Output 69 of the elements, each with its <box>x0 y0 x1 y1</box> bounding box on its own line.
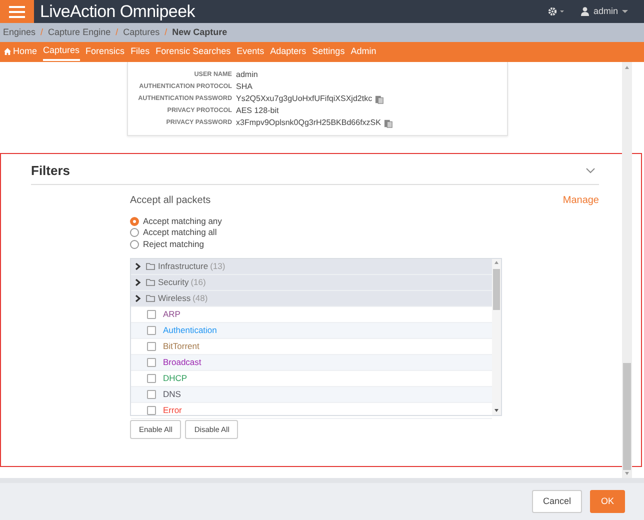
group-label: Infrastructure <box>158 260 208 273</box>
filter-summary: Accept all packets <box>130 194 211 208</box>
breadcrumb-separator: / <box>164 26 168 39</box>
filter-row[interactable]: Broadcast <box>131 355 492 371</box>
filter-row[interactable]: Authentication <box>131 323 492 339</box>
field-value: x3Fmpv9Oplsnk0Qg3rH25BKBd66fxzSK <box>236 117 381 129</box>
checkbox[interactable] <box>147 390 156 399</box>
checkbox[interactable] <box>147 374 156 383</box>
filter-row[interactable]: DNS <box>131 387 492 403</box>
filter-label: Broadcast <box>163 356 202 369</box>
breadcrumb-current: New Capture <box>172 26 228 39</box>
breadcrumb-link[interactable]: Engines <box>3 26 36 40</box>
radio-option[interactable]: Accept matching all <box>130 227 599 238</box>
settings-icon[interactable] <box>548 7 566 16</box>
app-title: LiveAction Omnipeek <box>40 0 195 23</box>
filter-group-row[interactable]: Infrastructure (13) <box>131 259 492 275</box>
expand-icon[interactable] <box>135 295 141 302</box>
filter-row[interactable]: Error <box>131 403 492 419</box>
section-title: Filters <box>31 162 70 180</box>
filter-label: BitTorrent <box>163 340 200 353</box>
group-count: (16) <box>190 276 206 289</box>
field-value: admin <box>236 69 258 81</box>
group-label: Security <box>158 276 189 289</box>
breadcrumb-link[interactable]: Captures <box>123 26 160 40</box>
manage-link[interactable]: Manage <box>562 192 599 208</box>
nav-tab[interactable]: Events <box>236 44 264 60</box>
nav-tab[interactable]: Admin <box>350 44 376 60</box>
filter-label: Error <box>163 404 182 417</box>
expand-icon[interactable] <box>135 279 141 286</box>
cancel-button[interactable]: Cancel <box>532 490 582 514</box>
nav-tab[interactable]: Adapters <box>270 44 306 60</box>
nav-tab[interactable]: Forensics <box>86 44 125 60</box>
filter-label: DNS <box>163 388 181 401</box>
field-value: AES 128-bit <box>236 105 279 117</box>
checkbox[interactable] <box>147 310 156 319</box>
radio-option[interactable]: Reject matching <box>130 238 599 250</box>
home-icon <box>4 48 11 56</box>
nav-tab[interactable]: Forensic Searches <box>156 44 231 60</box>
nav-tab[interactable]: Files <box>130 44 150 60</box>
nav-tab[interactable]: Home <box>4 44 38 60</box>
expand-icon[interactable] <box>135 263 141 270</box>
field-value: SHA <box>236 81 252 93</box>
caret-icon <box>622 10 628 14</box>
filter-label: DHCP <box>163 372 188 385</box>
checkbox[interactable] <box>147 406 156 415</box>
group-count: (48) <box>192 292 208 305</box>
chevron-icon[interactable] <box>586 168 595 174</box>
checkbox[interactable] <box>147 326 156 335</box>
menu-button[interactable] <box>0 0 34 23</box>
breadcrumb-separator: / <box>116 26 118 39</box>
breadcrumb-separator: / <box>40 26 44 39</box>
filter-label: Authentication <box>163 324 217 337</box>
user-icon <box>581 7 590 16</box>
field-value: Ys2Q5Xxu7g3gUoHxfUFifqiXSXjd2tkc <box>236 93 372 105</box>
radio-option[interactable]: Accept matching any <box>130 216 599 227</box>
checkbox[interactable] <box>147 358 156 367</box>
breadcrumb-link[interactable]: Capture Engine <box>48 26 111 40</box>
filter-group-row[interactable]: Security (16) <box>131 275 492 291</box>
group-label: Wireless <box>158 292 191 305</box>
nav-tab[interactable]: Settings <box>312 44 345 60</box>
checkbox[interactable] <box>147 342 156 351</box>
copy-icon[interactable] <box>384 118 393 128</box>
group-count: (13) <box>210 260 226 273</box>
filter-label: ARP <box>163 308 180 321</box>
user-menu[interactable]: admin <box>581 4 628 18</box>
filter-group-row[interactable]: Wireless (48) <box>131 291 492 307</box>
nav-tab[interactable]: Captures <box>43 43 80 61</box>
copy-icon[interactable] <box>375 94 384 104</box>
ok-button[interactable]: OK <box>590 490 625 514</box>
